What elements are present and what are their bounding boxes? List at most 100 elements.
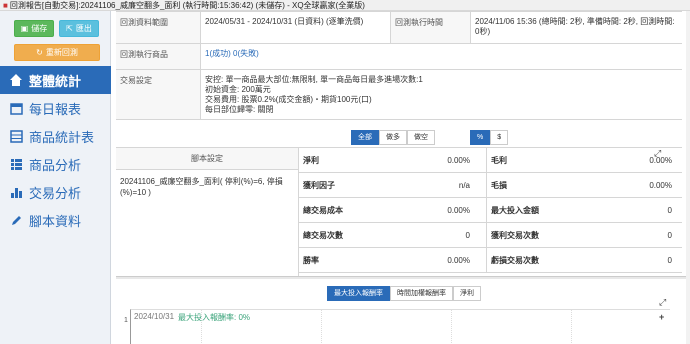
metric-label: 淨利 <box>303 156 319 165</box>
export-icon: ⇱ <box>66 24 73 33</box>
tab-max-investment-return[interactable]: 最大投入報酬率 <box>327 286 390 301</box>
dashboard-icon <box>9 73 23 87</box>
metric-label: 虧損交易次數 <box>491 256 539 265</box>
chart-gridline <box>451 310 452 344</box>
sidebar-item-label: 腳本資料 <box>29 213 82 229</box>
metric-value: 0 <box>667 231 672 240</box>
products-label: 回測執行商品 <box>116 44 201 69</box>
metric-value: 0 <box>361 223 487 247</box>
exec-time-label: 回測執行時間 <box>391 12 471 43</box>
chart-date-label: 2024/10/31 <box>134 312 175 321</box>
trade-settings-label: 交易設定 <box>116 70 201 119</box>
sidebar-item-overall[interactable]: 整體統計 <box>0 66 111 94</box>
info-row-products: 回測執行商品 1(成功) 0(失敗) <box>116 44 682 70</box>
direction-toggle: 全部 做多 做空 <box>351 130 435 145</box>
table-icon <box>9 129 23 143</box>
metric-value: n/a <box>361 173 487 197</box>
window-title: ■ 回測報告[自動交易]:20241106_威廉空翻多_面利 (執行時間:15:3… <box>0 0 690 11</box>
products-success-link[interactable]: 1(成功) <box>205 49 231 58</box>
sidebar-item-label: 商品分析 <box>29 157 82 173</box>
range-value: 2024/05/31 - 2024/10/31 (日資料) (逐筆洗價) <box>201 12 391 43</box>
unit-percent-button[interactable]: % <box>470 130 491 145</box>
export-button[interactable]: ⇱ 匯出 <box>59 20 99 37</box>
rerun-label: 重新回測 <box>45 48 78 57</box>
metric-value: 0.00% <box>361 148 487 172</box>
metric-row: 淨利 0.00% 毛利 0.00% <box>299 148 682 173</box>
script-settings-value: 20241106_威廉空翻多_面利( 停利(%)=6, 停損(%)=10 ) <box>120 177 283 197</box>
sidebar-item-trade-analysis[interactable]: 交易分析 <box>0 178 111 206</box>
calendar-icon <box>9 101 23 115</box>
export-label: 匯出 <box>75 24 92 33</box>
sidebar-item-label: 交易分析 <box>29 185 82 201</box>
metric-row: 勝率 0.00% 虧損交易次數 0 <box>299 248 682 273</box>
metric-value: 0.00% <box>361 198 487 222</box>
sidebar-item-product-stats[interactable]: 商品統計表 <box>0 122 111 150</box>
metric-label: 毛利 <box>491 156 507 165</box>
products-fail-link[interactable]: 0(失敗) <box>233 49 259 58</box>
filter-short-button[interactable]: 做空 <box>407 130 435 145</box>
info-row-trade: 交易設定 安控: 單一商品最大部位:無限制, 單一商品每日最多進場次數:1 初始… <box>116 70 682 120</box>
sidebar: ▣ 儲存 ⇱ 匯出 ↻ 重新回測 整體統計 每日報表 商品統計表 商品分析 交易… <box>0 11 111 344</box>
trade-setting-line: 安控: 單一商品最大部位:無限制, 單一商品每日最多進場次數:1 <box>205 75 423 84</box>
chart-gridline <box>571 310 572 344</box>
pencil-icon <box>9 213 23 227</box>
panel-splitter[interactable] <box>116 276 686 279</box>
unit-toggle: % $ <box>470 130 509 145</box>
script-settings-header: 腳本設定 <box>116 148 298 170</box>
chart-legend: 最大投入報酬率: 0% <box>178 313 251 322</box>
sidebar-item-script[interactable]: 腳本資料 <box>0 206 111 234</box>
metric-label: 毛損 <box>491 181 507 190</box>
tab-time-weighted-return[interactable]: 時間加權報酬率 <box>390 286 453 301</box>
metric-value: 0 <box>667 256 672 265</box>
return-chart: 2024/10/31 最大投入報酬率: 0% <box>130 309 670 344</box>
sidebar-item-product-analysis[interactable]: 商品分析 <box>0 150 111 178</box>
app-icon: ■ <box>3 1 8 10</box>
unit-dollar-button[interactable]: $ <box>490 130 509 145</box>
metric-label: 勝率 <box>303 256 319 265</box>
expand-chart-icon[interactable]: ⤢ <box>659 297 666 308</box>
trade-setting-line: 交易費用: 股票0.2%(成交金額)・期貨100元(口) <box>205 95 372 104</box>
sidebar-item-label: 商品統計表 <box>29 129 95 145</box>
metrics-table: 淨利 0.00% 毛利 0.00% 獲利因子 n/a 毛損 0.00% 總交易成… <box>299 148 682 273</box>
filter-long-button[interactable]: 做多 <box>379 130 407 145</box>
info-table: 回測資料範圍 2024/05/31 - 2024/10/31 (日資料) (逐筆… <box>116 11 682 120</box>
range-label: 回測資料範圍 <box>116 12 201 43</box>
chart-gridline <box>321 310 322 344</box>
save-button[interactable]: ▣ 儲存 <box>14 20 54 37</box>
metric-row: 總交易次數 0 獲利交易次數 0 <box>299 223 682 248</box>
script-settings: 腳本設定 20241106_威廉空翻多_面利( 停利(%)=6, 停損(%)=1… <box>116 148 299 276</box>
metric-label: 總交易成本 <box>303 206 343 215</box>
refresh-icon: ↻ <box>36 48 43 57</box>
metric-label: 獲利因子 <box>303 181 335 190</box>
sidebar-item-daily[interactable]: 每日報表 <box>0 94 111 122</box>
scrollbar[interactable] <box>686 11 690 344</box>
exec-time-value: 2024/11/06 15:36 (總時間: 2秒, 準備時間: 2秒, 回測時… <box>475 17 675 36</box>
metric-value: 0 <box>667 206 672 215</box>
metric-label: 最大投入金額 <box>491 206 539 215</box>
save-label: 儲存 <box>31 24 48 33</box>
window-title-text: 回測報告[自動交易]:20241106_威廉空翻多_面利 (執行時間:15:36… <box>9 1 365 10</box>
info-row-range: 回測資料範圍 2024/05/31 - 2024/10/31 (日資料) (逐筆… <box>116 12 682 44</box>
chart-y-tick: 1 <box>124 317 128 324</box>
trade-setting-line: 初始資金: 200萬元 <box>205 85 271 94</box>
save-icon: ▣ <box>20 24 29 33</box>
bar-chart-icon <box>9 185 23 199</box>
metric-value: 0.00% <box>649 156 672 165</box>
stats-panel: 腳本設定 20241106_威廉空翻多_面利( 停利(%)=6, 停損(%)=1… <box>116 147 682 276</box>
sidebar-nav: 整體統計 每日報表 商品統計表 商品分析 交易分析 腳本資料 <box>0 66 111 234</box>
metric-row: 獲利因子 n/a 毛損 0.00% <box>299 173 682 198</box>
tab-net-profit[interactable]: 淨利 <box>453 286 481 301</box>
metric-label: 獲利交易次數 <box>491 231 539 240</box>
metric-value: 0.00% <box>361 248 487 272</box>
expand-stats-icon[interactable]: ⤢ <box>654 148 661 159</box>
rerun-button[interactable]: ↻ 重新回測 <box>14 44 100 61</box>
metric-row: 總交易成本 0.00% 最大投入金額 0 <box>299 198 682 223</box>
filter-all-button[interactable]: 全部 <box>351 130 379 145</box>
sidebar-item-label: 每日報表 <box>29 101 82 117</box>
trade-setting-line: 每日部位歸零: 關閉 <box>205 105 274 114</box>
metric-label: 總交易次數 <box>303 231 343 240</box>
chart-tabs: 最大投入報酬率 時間加權報酬率 淨利 <box>327 286 481 301</box>
metric-value: 0.00% <box>649 181 672 190</box>
sidebar-item-label: 整體統計 <box>29 73 82 89</box>
list-icon <box>9 157 23 171</box>
